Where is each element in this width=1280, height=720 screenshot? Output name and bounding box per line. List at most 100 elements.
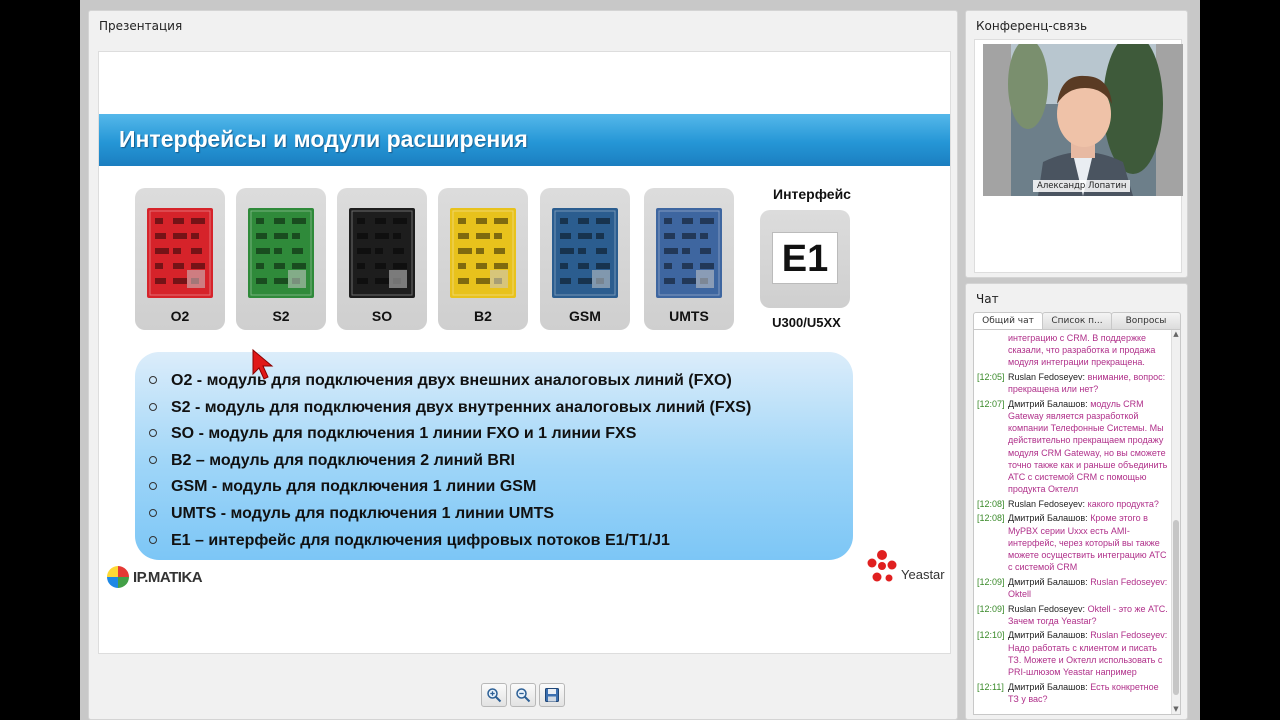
slide-toolbar [481, 683, 565, 707]
module-card-gsm: GSM [540, 188, 630, 330]
module-label: GSM [569, 308, 601, 324]
zoom-out-icon [516, 688, 531, 703]
bullet-icon [149, 455, 157, 464]
interface-heading: Интерфейс [773, 186, 851, 202]
chat-message-author: Дмитрий Балашов: [1008, 630, 1088, 641]
module-description-text: GSM - модуль для подключения 1 линии GSM [171, 478, 537, 496]
chat-message: [12:08] Дмитрий Балашов: Кроме этого в My… [977, 512, 1171, 573]
module-description-item: SO - модуль для подключения 1 линии FXO … [149, 421, 751, 448]
yeastar-logo-text: Yeastar [901, 566, 945, 582]
module-description-item: E1 – интерфейс для подключения цифровых … [149, 528, 751, 555]
chat-message-content: Дмитрий Балашов: Ruslan Fedoseyev: Надо … [1008, 629, 1171, 678]
bullet-icon [149, 429, 157, 438]
module-card-b2: B2 [438, 188, 528, 330]
save-button[interactable] [539, 683, 565, 707]
chat-message-content: Ruslan Fedoseyev: какого продукта? [1008, 498, 1171, 510]
scroll-up-icon[interactable]: ▲ [1172, 330, 1180, 339]
scrollbar-thumb[interactable] [1173, 520, 1179, 695]
bullet-icon [149, 402, 157, 411]
bullet-icon [149, 535, 157, 544]
interface-models-label: U300/U5XX [772, 315, 841, 330]
chat-message: [12:07] Дмитрий Балашов: модуль CRM Gatew… [977, 398, 1171, 496]
chat-panel: Чат Общий чат Список п... Вопросы интеграц… [965, 283, 1188, 720]
presentation-slide: Интерфейсы и модули расширения O2 S2 SO B2 G… [98, 51, 951, 654]
chat-messages[interactable]: интеграцию с CRM. В поддержке сказали, ч… [973, 329, 1181, 715]
chat-tab-0[interactable]: Общий чат [973, 312, 1043, 330]
module-description-text: E1 – интерфейс для подключения цифровых … [171, 531, 670, 549]
module-description-list: O2 - модуль для подключения двух внешних… [149, 368, 751, 554]
module-description-text: UMTS - модуль для подключения 1 линии UM… [171, 504, 555, 522]
module-card-umts: UMTS [644, 188, 734, 330]
chat-message-author: Дмитрий Балашов: [1008, 576, 1088, 587]
module-board-image [147, 208, 213, 298]
chat-message-author: Ruslan Fedoseyev: [1008, 603, 1086, 614]
chat-message-time: [12:09] [977, 603, 1005, 614]
ipmatika-logo-text: IP.MATIKA [133, 568, 203, 586]
zoom-out-button[interactable] [510, 683, 536, 707]
module-label: UMTS [669, 308, 709, 324]
module-board-image [656, 208, 722, 298]
yeastar-logo: Yeastar [865, 547, 945, 587]
chat-message: [12:08] Ruslan Fedoseyev: какого продукта… [977, 498, 1171, 510]
chat-message-content: Дмитрий Балашов: Кроме этого в MyPBX сер… [1008, 512, 1171, 573]
mouse-pointer-icon [252, 348, 274, 380]
yeastar-star-icon [867, 550, 897, 582]
participant-name-label: Александр Лопатин [1033, 180, 1131, 192]
chat-message-content: Ruslan Fedoseyev: Oktell - это же АТС. З… [1008, 603, 1171, 627]
chat-message-text: модуль CRM Gateway является разработкой … [1008, 398, 1168, 495]
chat-message: [12:11] Дмитрий Балашов: Есть конкретное … [977, 681, 1171, 705]
e1-interface-card: E1 [760, 210, 850, 308]
module-label: B2 [474, 308, 492, 324]
conference-panel: Конференц-связь Александр Лопатин [965, 10, 1188, 278]
save-icon [545, 688, 559, 702]
chat-message: [12:10] Дмитрий Балашов: Ruslan Fedoseyev… [977, 629, 1171, 678]
chat-message-author: Ruslan Fedoseyev: [1008, 498, 1086, 509]
chat-message-time: [12:08] [977, 513, 1005, 524]
module-description-item: B2 – модуль для подключения 2 линий BRI [149, 448, 751, 475]
chat-scrollbar[interactable]: ▲ ▼ [1171, 330, 1180, 714]
slide-title: Интерфейсы и модули расширения [119, 126, 528, 152]
module-label: SO [371, 308, 393, 324]
chat-panel-title: Чат [976, 292, 999, 306]
chat-message: [12:05] Ruslan Fedoseyev: внимание, вопро… [977, 371, 1171, 395]
ipmatika-logo: IP.MATIKA [107, 564, 203, 590]
chat-message-time: [12:09] [977, 576, 1005, 587]
scroll-down-icon[interactable]: ▼ [1172, 705, 1180, 714]
module-board-image [552, 208, 618, 298]
chat-message-time: [12:08] [977, 498, 1005, 509]
chat-message-content: Ruslan Fedoseyev: внимание, вопрос: прек… [1008, 371, 1171, 395]
chat-message-time [977, 332, 1008, 369]
chat-message: интеграцию с CRM. В поддержке сказали, ч… [977, 332, 1171, 369]
bullet-icon [149, 376, 157, 384]
chat-message-time: [12:10] [977, 630, 1005, 641]
module-description-text: S2 - модуль для подключения двух внутрен… [171, 398, 752, 416]
participant-video[interactable]: Александр Лопатин [983, 44, 1183, 196]
chat-message-time: [12:05] [977, 372, 1005, 382]
module-card-s2: S2 [236, 188, 326, 330]
video-area: Александр Лопатин [974, 39, 1183, 273]
chat-message-list: интеграцию с CRM. В поддержке сказали, ч… [977, 332, 1171, 707]
bullet-icon [149, 508, 157, 517]
chat-message: [12:09] Дмитрий Балашов: Ruslan Fedoseyev… [977, 576, 1171, 600]
conference-panel-title: Конференц-связь [976, 19, 1088, 33]
module-board-image [349, 208, 415, 298]
chat-tab-1[interactable]: Список п... [1042, 312, 1112, 330]
zoom-in-button[interactable] [481, 683, 507, 707]
module-description-item: O2 - модуль для подключения двух внешних… [149, 368, 751, 395]
module-description-item: GSM - модуль для подключения 1 линии GSM [149, 474, 751, 501]
e1-interface-label: E1 [772, 232, 838, 284]
module-label: O2 [170, 308, 190, 324]
bullet-icon [149, 482, 157, 491]
chat-tab-2[interactable]: Вопросы [1111, 312, 1181, 330]
web-conference-window: Презентация Интерфейсы и модули расширен… [80, 0, 1200, 720]
chat-tabs: Общий чат Список п... Вопросы [973, 312, 1181, 330]
module-board-image [248, 208, 314, 298]
module-description-text: SO - модуль для подключения 1 линии FXO … [171, 425, 637, 443]
module-description-box: O2 - модуль для подключения двух внешних… [135, 352, 853, 560]
chat-message-author: Ruslan Fedoseyev: [1008, 372, 1086, 382]
chat-message-author: Дмитрий Балашов: [1008, 681, 1088, 692]
chat-message-content: интеграцию с CRM. В поддержке сказали, ч… [1008, 332, 1171, 369]
module-description-item: S2 - модуль для подключения двух внутрен… [149, 395, 751, 422]
chat-message-author: Дмитрий Балашов: [1008, 398, 1088, 409]
module-card-so: SO [337, 188, 427, 330]
